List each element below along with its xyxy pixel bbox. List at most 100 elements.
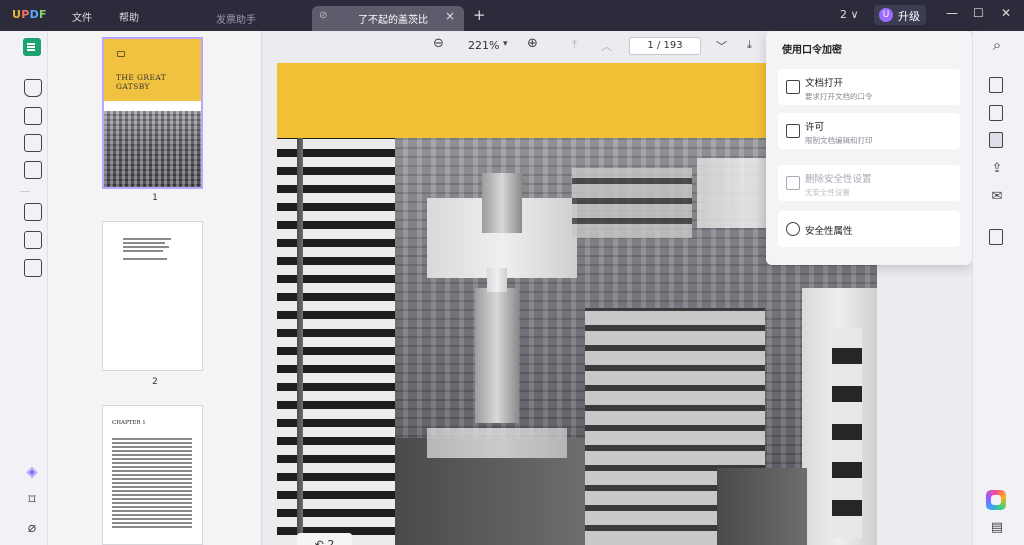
text-line — [112, 462, 192, 464]
save-icon[interactable] — [989, 229, 1003, 245]
option-subtitle: 要求打开文档的口令 — [805, 92, 873, 101]
bookmark-icon[interactable]: ⌑ — [23, 491, 41, 509]
form-icon[interactable] — [24, 134, 42, 152]
chapter-heading: CHAPTER 1 — [112, 420, 146, 426]
text-line — [123, 246, 169, 248]
building — [297, 138, 303, 545]
option-title: 文档打开 — [805, 78, 844, 89]
menu-help[interactable]: 帮助 — [119, 9, 139, 24]
text-line — [112, 450, 192, 452]
page-back-button[interactable]: ↶ 2 — [297, 533, 352, 545]
zoom-dropdown-icon[interactable]: ▾ — [503, 39, 508, 49]
text-line — [112, 458, 192, 460]
tab-great-gatsby[interactable]: ⊘ 了不起的盖茨比 × — [312, 6, 464, 31]
text-line — [112, 438, 192, 440]
close-tab-icon[interactable]: × — [445, 9, 455, 23]
tab-label: 发票助手 — [216, 15, 256, 26]
search-icon[interactable]: ⌕ — [988, 36, 1006, 54]
shield-icon — [786, 222, 800, 236]
option-subtitle: 无安全性设置 — [805, 188, 850, 197]
zoom-level[interactable]: 221% — [468, 39, 499, 52]
text-line — [112, 518, 192, 520]
divider — [20, 191, 30, 192]
text-line — [112, 470, 192, 472]
crop-icon[interactable] — [24, 231, 42, 249]
ai-assistant-icon[interactable] — [986, 490, 1006, 510]
reader-mode-icon[interactable] — [23, 38, 41, 56]
open-password-option[interactable]: 文档打开 要求打开文档的口令 — [778, 69, 960, 105]
attachment-icon[interactable]: ⌀ — [23, 519, 41, 537]
text-line — [123, 258, 167, 260]
first-page-button[interactable]: ⤒ — [572, 38, 577, 52]
building — [572, 168, 692, 238]
avatar: U — [879, 8, 893, 22]
last-page-button[interactable]: ⤓ — [747, 38, 752, 52]
edit-pdf-icon[interactable] — [24, 107, 42, 125]
text-line — [112, 498, 192, 500]
maximize-button[interactable]: ☐ — [973, 6, 984, 20]
comment-mode-icon[interactable] — [24, 79, 42, 97]
compress-icon[interactable] — [24, 259, 42, 277]
close-window-button[interactable]: ✕ — [1001, 6, 1011, 20]
password-security-popup: 使用口令加密 文档打开 要求打开文档的口令 许可 限制文档编辑和打印 删除安全性… — [766, 31, 972, 265]
thumbnail-page-1[interactable]: THE GREAT GATSBY — [102, 37, 203, 189]
ocr-icon[interactable] — [989, 77, 1003, 93]
text-line — [112, 502, 192, 504]
zoom-in-button[interactable]: ⊕ — [527, 36, 538, 51]
tab-invoice-assistant[interactable]: 发票助手 — [196, 0, 306, 31]
fill-sign-icon[interactable] — [24, 161, 42, 179]
text-line — [112, 494, 192, 496]
unlink-icon: ⊘ — [319, 10, 328, 21]
remove-security-option[interactable]: 删除安全性设置 无安全性设置 — [778, 165, 960, 201]
protect-icon[interactable] — [989, 132, 1003, 148]
layers-icon[interactable]: ◈ — [23, 463, 41, 481]
next-page-button[interactable]: ﹀ — [716, 38, 727, 54]
cover-photo — [104, 111, 201, 187]
building — [427, 428, 567, 458]
menu-file[interactable]: 文件 — [72, 9, 92, 24]
text-line — [112, 514, 192, 516]
thumbnail-page-2[interactable] — [102, 221, 203, 371]
text-line — [112, 506, 192, 508]
building — [717, 468, 807, 545]
mail-icon[interactable]: ✉ — [988, 188, 1006, 206]
comment-icon — [117, 51, 125, 57]
text-line — [123, 250, 163, 252]
text-line — [112, 490, 192, 492]
thumbnail-number: 2 — [152, 377, 158, 387]
text-line — [112, 522, 192, 524]
page-number-input[interactable]: 1 / 193 — [629, 37, 701, 55]
share-icon[interactable]: ⇪ — [988, 160, 1006, 178]
left-tool-rail: ◈ ⌑ ⌀ — [0, 31, 48, 545]
thumbnail-number: 1 — [152, 193, 158, 203]
upgrade-label: 升级 — [898, 10, 920, 23]
security-properties-option[interactable]: 安全性属性 — [778, 211, 960, 247]
thumbnail-page-3[interactable]: CHAPTER 1 — [102, 405, 203, 545]
cover-title: THE GREAT GATSBY — [116, 73, 167, 91]
edit-lock-icon — [786, 124, 800, 138]
right-tool-rail: ⌕ ⇪ ✉ ▤ — [972, 31, 1024, 545]
organize-pages-icon[interactable] — [24, 203, 42, 221]
window-column — [832, 328, 862, 538]
prev-page-button[interactable]: ︿ — [601, 38, 612, 54]
convert-icon[interactable] — [989, 105, 1003, 121]
comment-icon[interactable]: ▤ — [988, 519, 1006, 537]
minimize-button[interactable]: — — [946, 6, 958, 20]
app-logo: UPDF — [12, 8, 47, 21]
window-count-dropdown[interactable]: 2 ∨ — [840, 8, 859, 21]
cover-banner — [104, 39, 201, 101]
upgrade-button[interactable]: U 升级 — [874, 5, 926, 25]
oxo-tower — [475, 288, 519, 423]
title-bar: UPDF 文件 帮助 发票助手 ⊘ 了不起的盖茨比 × + 2 ∨ U 升级 —… — [0, 0, 1024, 31]
permissions-option[interactable]: 许可 限制文档编辑和打印 — [778, 113, 960, 149]
zoom-out-button[interactable]: ⊖ — [433, 36, 444, 51]
tab-label: 了不起的盖茨比 — [358, 15, 428, 26]
building — [487, 268, 507, 292]
text-line — [112, 466, 192, 468]
remove-lock-icon — [786, 176, 800, 190]
option-title: 许可 — [805, 122, 825, 133]
thumbnail-pane: THE GREAT GATSBY 1 2 CHAPTER 1 — [48, 31, 262, 545]
new-tab-button[interactable]: + — [473, 6, 486, 24]
option-title: 安全性属性 — [805, 226, 853, 237]
text-line — [112, 510, 192, 512]
